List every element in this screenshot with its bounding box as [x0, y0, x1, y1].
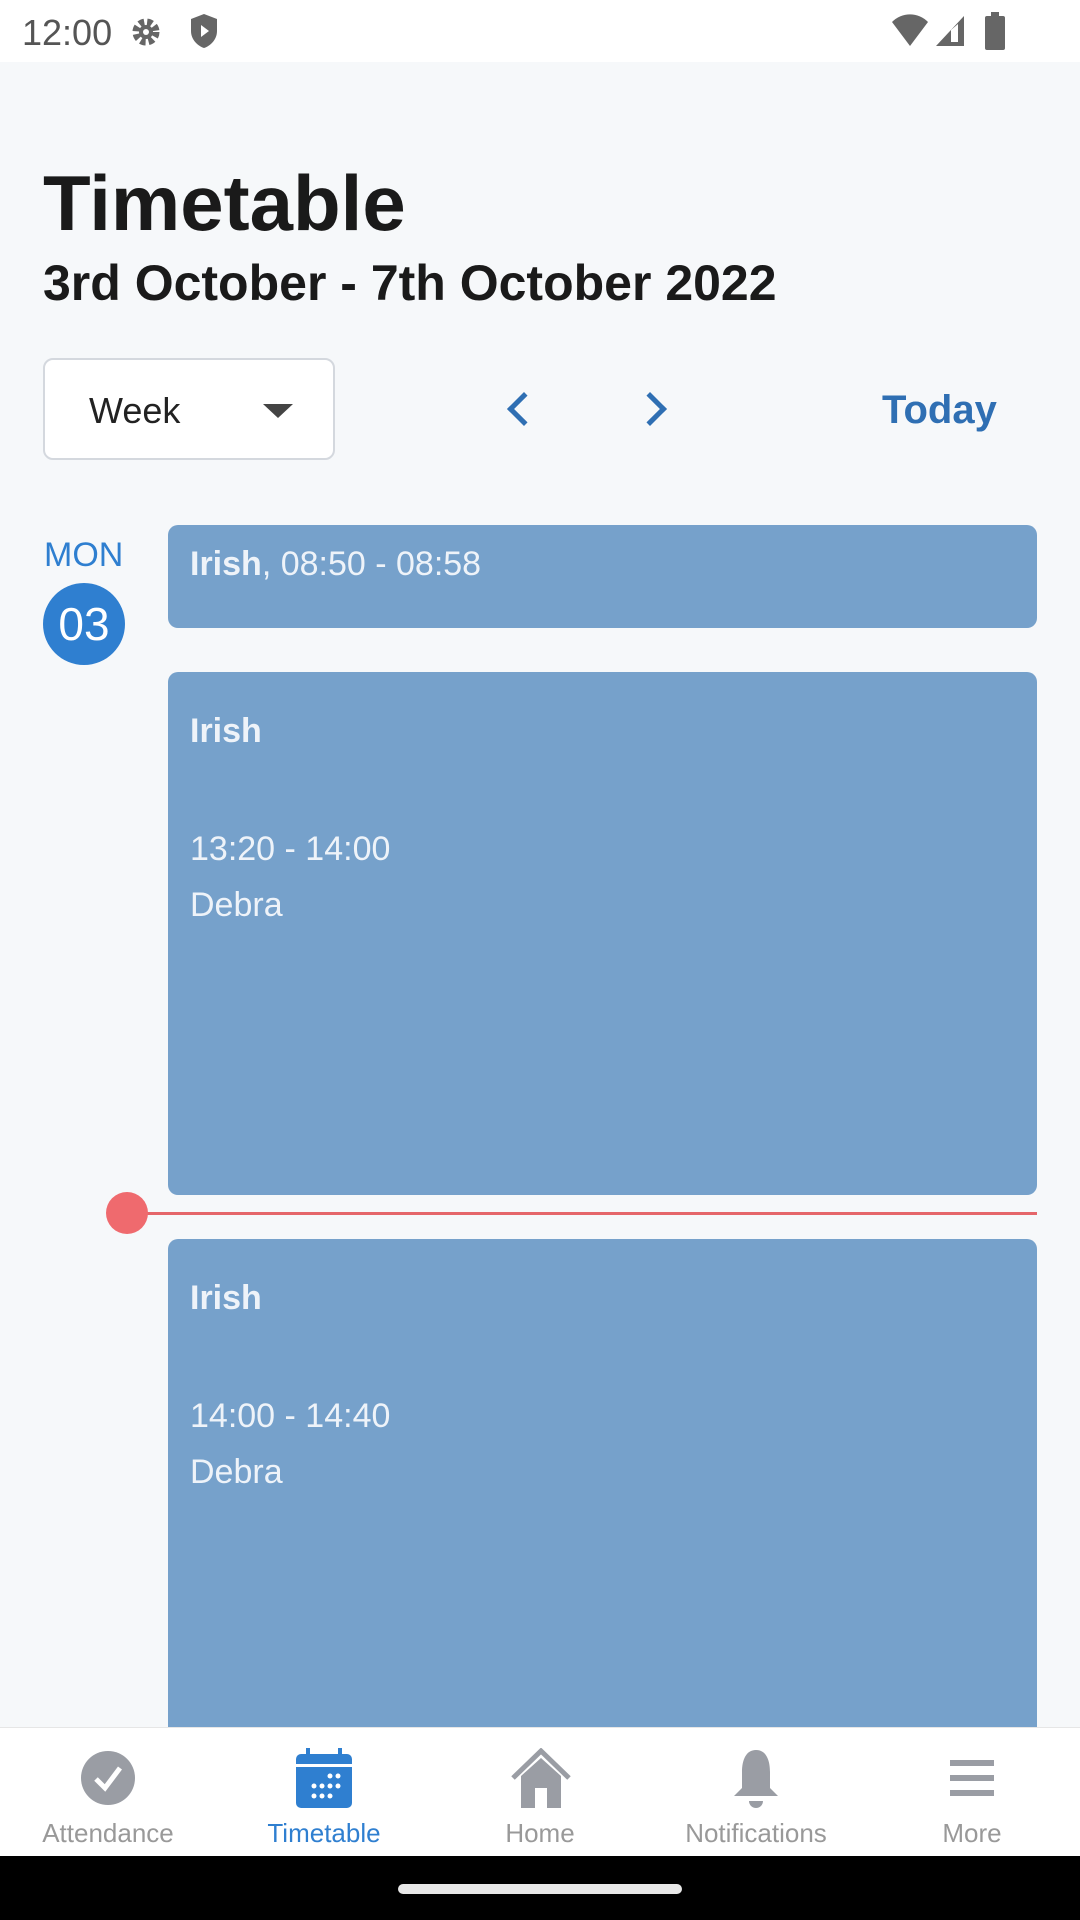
home-icon: [511, 1748, 571, 1808]
battery-icon: [985, 12, 1005, 50]
bell-icon: [734, 1750, 778, 1808]
event-time: 13:20 - 14:00: [190, 830, 391, 868]
status-bar: 12:00: [0, 0, 1080, 62]
event-time: 14:00 - 14:40: [190, 1397, 391, 1435]
event-subject: Irish: [190, 545, 262, 583]
nav-notifications[interactable]: Notifications: [648, 1728, 864, 1857]
shield-icon: [191, 14, 217, 48]
wifi-icon: [892, 14, 928, 46]
event-teacher: Debra: [190, 1453, 283, 1491]
signal-icon: [936, 16, 964, 46]
calendar-icon: [296, 1748, 352, 1808]
weekday-label: MON: [44, 536, 124, 574]
current-time-line: [127, 1212, 1037, 1215]
event-teacher: Debra: [190, 886, 283, 924]
current-time-dot: [106, 1192, 148, 1234]
bottom-nav: Attendance Timetable Home Notifications …: [0, 1727, 1080, 1856]
status-time: 12:00: [22, 12, 113, 53]
chevron-down-icon: [263, 404, 293, 418]
view-select[interactable]: Week: [43, 358, 335, 460]
day-number: 03: [43, 583, 125, 665]
event-time: , 08:50 - 08:58: [261, 545, 482, 583]
event-card[interactable]: Irish, 08:50 - 08:58: [168, 525, 1037, 628]
page-title: Timetable: [43, 159, 406, 247]
event-card[interactable]: Irish 13:20 - 14:00 Debra: [168, 672, 1037, 1195]
nav-attendance[interactable]: Attendance: [0, 1728, 216, 1857]
nav-timetable[interactable]: Timetable: [216, 1728, 432, 1857]
menu-icon: [950, 1760, 994, 1796]
nav-more[interactable]: More: [864, 1728, 1080, 1857]
previous-week-button[interactable]: [507, 392, 541, 426]
gesture-bar: [0, 1856, 1080, 1920]
gear-icon: [132, 18, 160, 46]
nav-home[interactable]: Home: [432, 1728, 648, 1857]
event-card[interactable]: Irish 14:00 - 14:40 Debra: [168, 1239, 1037, 1739]
date-range: 3rd October - 7th October 2022: [43, 255, 777, 311]
view-select-value: Week: [89, 390, 181, 431]
event-subject: Irish: [190, 712, 262, 750]
check-circle-icon: [81, 1751, 135, 1805]
home-indicator[interactable]: [398, 1884, 682, 1894]
event-subject: Irish: [190, 1279, 262, 1317]
today-button[interactable]: Today: [882, 388, 997, 433]
next-week-button[interactable]: [633, 392, 667, 426]
